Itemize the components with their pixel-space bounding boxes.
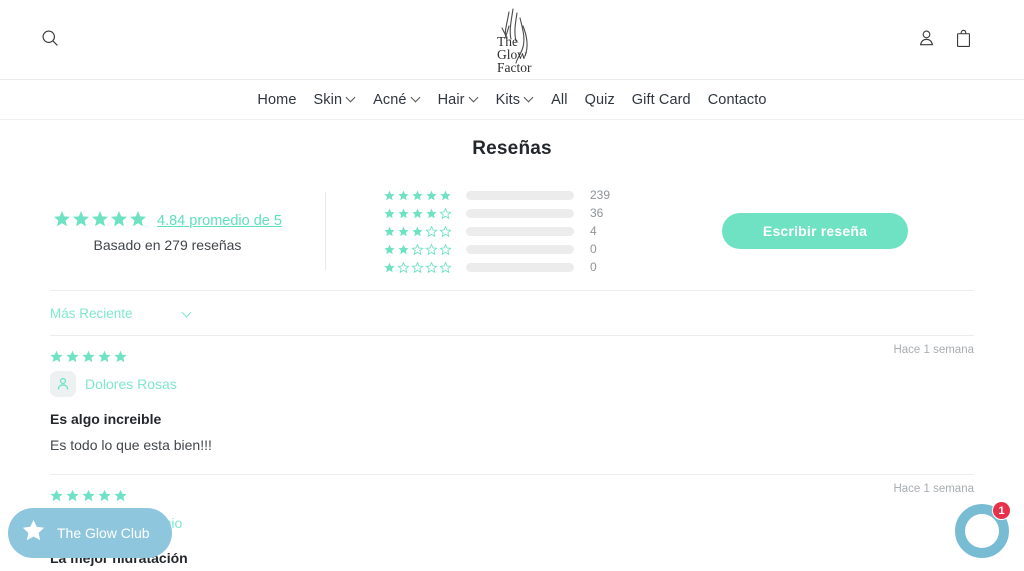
review-body: Es todo lo que esta bien!!! [50,437,212,453]
glow-club-label: The Glow Club [57,525,150,541]
nav-label: Home [257,91,297,108]
rating-histogram: 239 36 4 0 0 [326,188,628,274]
site-header: The Glow Factor [0,0,1024,80]
review-item: Hace 1 semana Dolores Rosas Es algo incr… [50,336,974,475]
histogram-stars-2 [384,243,456,255]
histogram-bar-track-4 [466,208,574,218]
chevron-down-icon [412,94,421,103]
review-date: Hace 1 semana [893,482,974,495]
histogram-count-2: 0 [590,242,597,256]
average-stars [53,210,148,232]
histogram-count-4: 36 [590,206,604,220]
avatar [50,371,76,397]
sort-bar: Más Reciente [0,291,1024,335]
star-icon [20,518,47,549]
sort-selected-label: Más Reciente [50,305,133,321]
histogram-bar-track-2 [466,244,574,254]
nav-item-gift-card[interactable]: Gift Card [632,92,691,108]
histogram-row-4[interactable]: 36 [384,206,628,220]
histogram-stars-1 [384,261,456,273]
nav-label: Hair [437,91,465,108]
nav-item-quiz[interactable]: Quiz [585,92,615,108]
review-stars [50,350,974,363]
histogram-row-5[interactable]: 239 [384,188,628,202]
nav-item-contacto[interactable]: Contacto [708,92,767,108]
histogram-stars-5 [384,190,456,201]
histogram-stars-3 [384,225,456,237]
average-rating-block: 4.84 promedio de 5 Basado en 279 reseñas [0,210,325,253]
average-rating-link[interactable]: 4.84 promedio de 5 [157,213,282,229]
chevron-down-icon [525,94,534,103]
glow-club-widget[interactable]: The Glow Club [8,508,172,558]
review-item: Hace 1 semana Jimena Carchio La mejor hi… [50,475,974,571]
based-on-count: Basado en 279 reseñas [93,236,242,253]
nav-item-home[interactable]: Home [257,92,296,108]
histogram-count-5: 239 [590,188,611,202]
chevron-down-icon [183,309,192,318]
sort-select[interactable]: Más Reciente [50,306,192,321]
page-title: Reseñas [472,138,552,159]
nav-item-hair[interactable]: Hair [438,92,479,108]
chat-widget[interactable]: 1 [955,501,1011,558]
account-icon[interactable] [917,28,936,48]
chevron-down-icon [470,94,479,103]
search-icon[interactable] [40,28,60,48]
histogram-stars-4 [384,207,456,219]
nav-label: All [551,91,568,108]
nav-item-kits[interactable]: Kits [496,92,535,108]
nav-label: Skin [313,91,343,108]
reviews-page: Reseñas 4.84 promedio de 5 Basado en 279… [0,138,1024,571]
nav-item-all[interactable]: All [551,92,567,108]
main-nav: Home Skin Acné Hair Kits All Quiz Gift C… [0,80,1024,120]
nav-label: Contacto [707,91,767,108]
chat-unread-badge: 1 [992,501,1011,520]
review-title: La mejor hidratación [50,550,974,566]
histogram-bar-track-5 [466,190,574,200]
nav-item-skin[interactable]: Skin [314,92,357,108]
chevron-down-icon [347,94,356,103]
review-date: Hace 1 semana [893,344,974,356]
nav-label: Gift Card [631,91,691,108]
histogram-count-3: 4 [590,224,597,238]
cart-icon[interactable] [954,28,973,49]
nav-label: Acné [373,91,407,108]
write-review-button[interactable]: Escribir reseña [722,213,908,249]
histogram-count-1: 0 [590,260,597,274]
histogram-row-3[interactable]: 4 [384,224,628,238]
logo-text-line3: Factor [497,60,532,75]
reviewer-name[interactable]: Dolores Rosas [85,376,177,392]
histogram-bar-track-1 [466,262,574,272]
histogram-row-1[interactable]: 0 [384,260,628,274]
nav-label: Quiz [584,91,615,108]
review-title: Es algo increible [50,411,162,427]
reviews-summary: 4.84 promedio de 5 Basado en 279 reseñas [0,172,1024,290]
nav-item-acne[interactable]: Acné [373,92,420,108]
brand-logo[interactable]: The Glow Factor [464,6,560,78]
histogram-row-2[interactable]: 0 [384,242,628,256]
nav-label: Kits [495,91,521,108]
review-stars [50,489,974,502]
histogram-bar-track-3 [466,226,574,236]
